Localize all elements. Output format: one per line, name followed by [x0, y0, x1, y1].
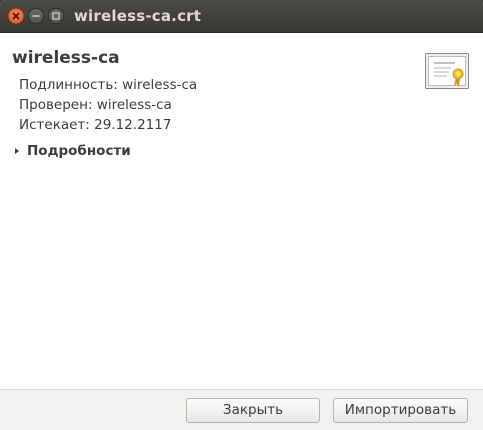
close-button[interactable]: Закрыть — [186, 398, 320, 423]
import-button[interactable]: Импортировать — [333, 398, 468, 423]
certificate-viewer-window: wireless-ca.crt wireless-ca Подлинность:… — [0, 0, 483, 430]
certificate-summary: wireless-ca Подлинность: wireless-ca Про… — [0, 33, 483, 389]
details-label: Подробности — [27, 143, 131, 159]
maximize-icon — [52, 12, 60, 20]
certificate-icon — [425, 53, 469, 89]
issued-to-field: Подлинность: wireless-ca — [19, 77, 198, 93]
button-bar: Закрыть Импортировать — [0, 389, 483, 430]
window-close-button[interactable] — [8, 8, 24, 24]
window-maximize-button[interactable] — [48, 8, 64, 24]
title-bar[interactable]: wireless-ca.crt — [0, 0, 483, 33]
certificate-name: wireless-ca — [12, 48, 120, 68]
minimize-icon — [32, 15, 40, 17]
close-icon — [12, 12, 20, 20]
window-minimize-button[interactable] — [28, 8, 44, 24]
expander-arrow-icon — [15, 148, 19, 154]
verified-by-field: Проверен: wireless-ca — [19, 97, 172, 113]
details-expander[interactable]: Подробности — [12, 142, 131, 160]
expires-field: Истекает: 29.12.2117 — [19, 117, 172, 133]
window-title: wireless-ca.crt — [74, 7, 202, 25]
